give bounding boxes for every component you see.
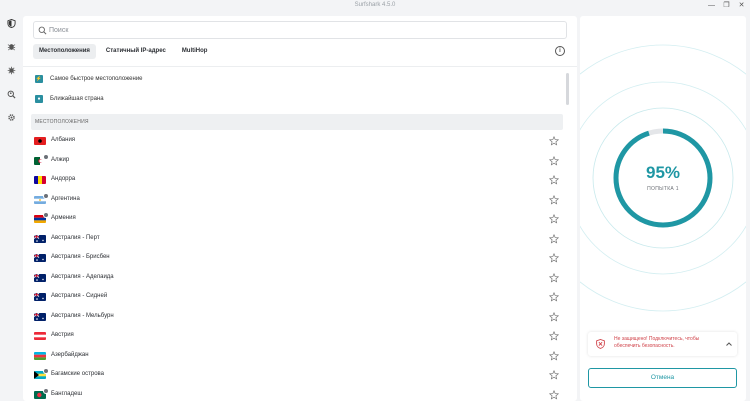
favorite-star-icon[interactable] [549,272,559,283]
location-row[interactable]: Бангладеш [23,386,577,401]
alert-message: Не защищено! Подключитесь, чтобы обеспеч… [614,336,700,349]
location-row[interactable]: Албания [23,132,577,152]
country-flag-icon [34,293,46,301]
favorite-star-icon[interactable] [549,350,559,361]
country-flag-icon [34,332,46,340]
virtual-location-badge-icon [43,368,49,374]
country-name: Армения [51,215,76,221]
country-name: Австралия - Перт [51,234,100,241]
favorite-star-icon[interactable] [549,194,559,205]
search-icon [38,26,47,35]
app-title: Surfshark 4.5.0 [354,2,396,8]
minimize-button[interactable]: — [707,1,716,10]
country-name: Бангладеш [51,390,83,397]
location-row[interactable]: Австралия - Брисбен [23,249,577,269]
favorite-star-icon[interactable] [549,233,559,244]
favorite-star-icon[interactable] [549,331,559,341]
location-row[interactable]: Австралия - Аделаида [23,269,577,289]
fastest-location-label: Самое быстрое местоположение [50,76,143,82]
sidebar-item-antivirus[interactable] [6,41,17,52]
unprotected-alert[interactable]: Не защищено! Подключитесь, чтобы обеспеч… [588,332,737,356]
country-name: Аргентина [51,195,80,202]
sidebar [0,12,22,401]
country-flag-icon [34,273,46,282]
country-flag-icon [34,176,46,184]
country-name: Австралия - Мельбурн [51,312,114,319]
favorite-star-icon[interactable] [549,175,559,185]
section-header: МЕСТОПОЛОЖЕНИЯ [31,114,563,130]
sidebar-item-search[interactable] [6,89,17,100]
favorite-star-icon[interactable] [549,292,559,302]
favorite-star-icon[interactable] [549,214,559,224]
location-row[interactable]: Андорра [23,171,577,191]
location-row[interactable]: Австралия - Перт [23,230,577,250]
close-button[interactable]: ✕ [737,1,746,10]
tab-locations[interactable]: Местоположения [33,44,96,59]
divider [23,66,577,67]
sidebar-item-alert[interactable] [6,65,17,76]
shield-icon [7,19,16,28]
favorite-star-icon[interactable] [549,155,559,166]
locations-panel: Местоположения Статичный IP-адрес MultiH… [23,16,577,401]
nearest-country-label: Ближайшая страна [50,96,104,102]
title-bar: Surfshark 4.5.0 — ❐ ✕ [0,0,750,12]
attempt-label: ПОПЫТКА 1 [647,186,679,192]
location-row[interactable]: Австралия - Сидней [23,288,577,308]
virus-icon [7,66,16,75]
country-name: Багамские острова [51,371,104,377]
tab-multihop[interactable]: MultiHop [176,44,214,59]
connection-panel: 95% ПОПЫТКА 1 Не защищено! Подключитесь,… [580,16,746,401]
info-icon[interactable]: i [555,46,565,56]
shield-warning-icon [596,339,605,349]
chevron-up-icon[interactable] [725,340,733,348]
cancel-button[interactable]: Отмена [588,368,737,388]
country-name: Австрия [51,332,74,338]
lightning-icon: ⚡ [35,75,43,83]
virtual-location-badge-icon [43,212,49,218]
progress-percent: 95% [645,163,681,182]
sidebar-item-settings[interactable] [6,112,17,123]
location-row[interactable]: Австрия [23,327,577,347]
fastest-location-item[interactable]: ⚡ Самое быстрое местоположение [35,71,143,87]
location-row[interactable]: Армения [23,210,577,230]
location-row[interactable]: Азербайджан [23,347,577,367]
location-icon: ● [35,95,43,103]
search-input[interactable] [49,24,549,37]
sidebar-item-vpn[interactable] [6,18,17,29]
virtual-location-badge-icon [43,153,49,160]
tab-static-ip[interactable]: Статичный IP-адрес [100,44,172,59]
virtual-location-badge-icon [43,387,49,394]
location-row[interactable]: Багамские острова [23,366,577,386]
favorite-star-icon[interactable] [549,136,559,146]
country-flag-icon [34,254,46,262]
favorite-star-icon[interactable] [549,389,559,400]
search-box [33,21,567,39]
country-name: Албания [51,137,76,143]
country-name: Андорра [51,176,76,182]
favorite-star-icon[interactable] [549,253,559,263]
country-flag-icon [34,234,46,243]
country-flag-icon [34,351,46,360]
country-name: Австралия - Брисбен [51,254,110,260]
window-controls: — ❐ ✕ [707,1,746,10]
country-name: Алжир [51,156,70,163]
scrollbar[interactable] [566,73,569,105]
location-row[interactable]: Австралия - Мельбурн [23,308,577,328]
favorite-star-icon[interactable] [549,311,559,322]
search-user-icon [7,90,16,99]
country-name: Австралия - Сидней [51,293,108,299]
nearest-country-item[interactable]: ● Ближайшая страна [35,91,104,107]
location-row[interactable]: Аргентина [23,191,577,211]
country-flag-icon [34,137,46,145]
bug-icon [7,44,16,51]
gear-icon [8,114,15,121]
country-flag-icon [34,312,46,321]
country-name: Азербайджан [51,351,89,358]
tab-bar: Местоположения Статичный IP-адрес MultiH… [33,44,213,60]
country-name: Австралия - Аделаида [51,273,114,280]
location-row[interactable]: Алжир [23,152,577,172]
virtual-location-badge-icon [43,192,49,199]
favorite-star-icon[interactable] [549,370,559,380]
maximize-button[interactable]: ❐ [722,1,731,10]
